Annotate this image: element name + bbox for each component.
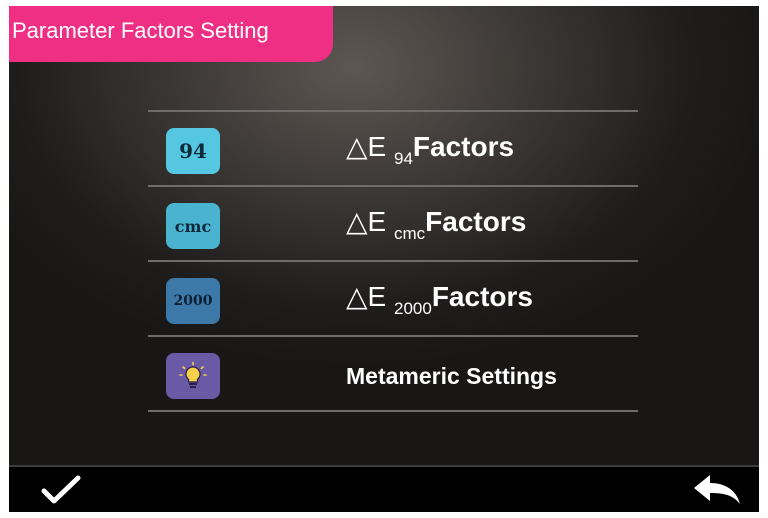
checkmark-icon bbox=[41, 475, 81, 504]
lightbulb-glyph bbox=[179, 361, 207, 388]
menu-item-label: △E cmcFactors bbox=[346, 206, 527, 243]
menu-item-delta-e-cmc[interactable]: cmc △E cmcFactors bbox=[148, 185, 638, 260]
confirm-button[interactable] bbox=[35, 471, 87, 509]
device-screen: Parameter Factors Setting 94 △E 94Factor… bbox=[9, 6, 759, 512]
back-button[interactable] bbox=[691, 471, 743, 509]
back-arrow-icon bbox=[694, 475, 740, 504]
menu-item-delta-e-94[interactable]: 94 △E 94Factors bbox=[148, 110, 638, 185]
94-badge-icon: 94 bbox=[166, 128, 220, 174]
page-title: Parameter Factors Setting bbox=[9, 6, 333, 62]
cmc-badge-icon: cmc bbox=[166, 203, 220, 249]
menu-item-label: △E 2000Factors bbox=[346, 281, 533, 318]
factors-menu: 94 △E 94Factors cmc △E cmcFactors 2000 △… bbox=[148, 110, 638, 412]
menu-item-delta-e-2000[interactable]: 2000 △E 2000Factors bbox=[148, 260, 638, 335]
lightbulb-icon bbox=[166, 353, 220, 399]
menu-item-label: △E 94Factors bbox=[346, 131, 515, 168]
menu-item-metameric-settings[interactable]: Metameric Settings bbox=[148, 335, 638, 412]
bottom-toolbar bbox=[9, 465, 759, 512]
menu-item-label: Metameric Settings bbox=[346, 363, 557, 389]
2000-badge-icon: 2000 bbox=[166, 278, 220, 324]
